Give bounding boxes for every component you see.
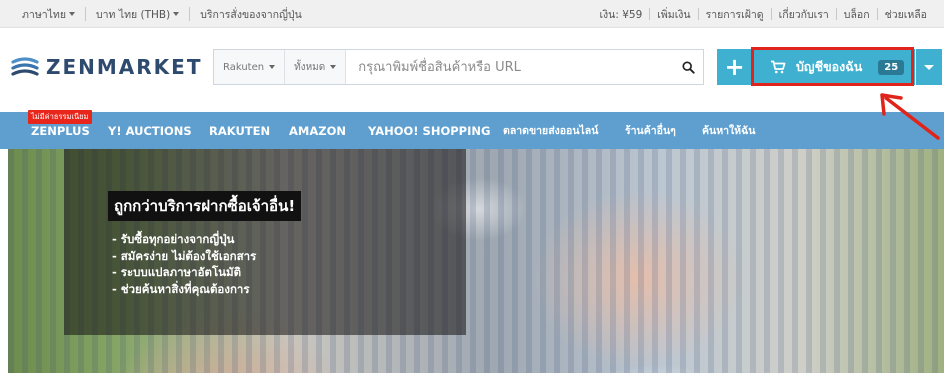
account-dropdown-toggle[interactable] [916,49,942,85]
search-button[interactable] [673,50,703,84]
top-bar: ภาษาไทย บาท ไทย (THB) บริการสั่งของจากญี… [0,0,944,28]
category-select[interactable]: ทั้งหมด [285,50,347,84]
nav-item-amazon[interactable]: AMAZON [289,112,346,149]
language-dropdown[interactable]: ภาษาไทย [22,6,75,23]
logo-text: ZENMARKET [46,55,203,79]
hero-title: ถูกกว่าบริการฝากซื้อเจ้าอื่น! [108,191,302,221]
nav-item-wholesale[interactable]: ตลาดขายส่งออนไลน์ [503,112,598,149]
search-icon [681,60,695,74]
search-input[interactable] [346,50,673,84]
chevron-down-icon [330,65,337,69]
currency-label: บาท ไทย (THB) [96,8,171,21]
divider [85,7,86,21]
nav-item-yauctions[interactable]: Y! AUCTIONS [108,112,192,149]
top-bar-left: ภาษาไทย บาท ไทย (THB) บริการสั่งของจากญี… [22,0,302,28]
nav-item-other-shops[interactable]: ร้านค้าอื่นๆ [625,112,676,149]
chevron-down-icon [269,65,276,69]
nav-item-yahoo-shopping[interactable]: YAHOO! SHOPPING [368,112,490,149]
watchlist-link[interactable]: รายการเฝ้าดู [699,6,771,23]
hero-bullet: รับซื้อทุกอย่างจากญี่ปุ่น [112,231,256,248]
main-nav: ZENPLUS Y! AUCTIONS RAKUTEN AMAZON YAHOO… [0,112,944,149]
nav-item-rakuten[interactable]: RAKUTEN [209,112,270,149]
search-bar: Rakuten ทั้งหมด [213,49,704,85]
nav-item-find-for-me[interactable]: ค้นหาให้ฉัน [702,112,755,149]
cart-count-badge: 25 [878,59,905,75]
hero-bullet: ช่วยค้นหาสิ่งที่คุณต้องการ [112,281,256,298]
divider [189,7,191,21]
chevron-down-icon [173,12,180,16]
cart-label: บัญชีของฉัน [796,59,863,74]
blog-link[interactable]: บล็อก [837,6,877,23]
chevron-down-icon [69,12,75,16]
currency-dropdown[interactable]: บาท ไทย (THB) [96,6,180,23]
arrow-annotation [880,93,940,140]
zenmarket-logo-icon [11,57,39,76]
promo-badge: ไม่มีค่าธรรมเนียม [28,110,92,124]
category-select-value: ทั้งหมด [294,61,326,73]
balance-link[interactable]: เงิน: ¥59 [592,6,649,23]
shop-select[interactable]: Rakuten [214,50,286,84]
service-link[interactable]: บริการสั่งของจากญี่ปุ่น [200,6,302,23]
my-account-cart-button[interactable]: บัญชีของฉัน 25 [754,49,915,85]
about-link[interactable]: เกี่ยวกับเรา [772,6,836,23]
language-label: ภาษาไทย [22,8,66,21]
hero-banner[interactable]: ถูกกว่าบริการฝากซื้อเจ้าอื่น! รับซื้อทุก… [8,149,944,373]
shop-select-value: Rakuten [223,61,265,73]
chevron-down-icon [924,64,934,70]
header: ZENMARKET Rakuten ทั้งหมด + บัญชีของฉัน … [0,28,944,112]
hero-bullets: รับซื้อทุกอย่างจากญี่ปุ่น สมัครง่าย ไม่ต… [112,231,257,298]
hero-bullet: ระบบแปลภาษาอัตโนมัติ [112,264,256,281]
logo[interactable]: ZENMARKET [10,52,203,82]
help-link[interactable]: ช่วยเหลือ [878,6,934,23]
topup-link[interactable]: เพิ่มเงิน [650,6,697,23]
top-bar-right: เงิน: ¥59 เพิ่มเงิน รายการเฝ้าดู เกี่ยวก… [592,0,934,28]
hero-bullet: สมัครง่าย ไม่ต้องใช้เอกสาร [112,248,257,265]
cart-icon [771,60,786,74]
add-button[interactable]: + [717,49,752,85]
